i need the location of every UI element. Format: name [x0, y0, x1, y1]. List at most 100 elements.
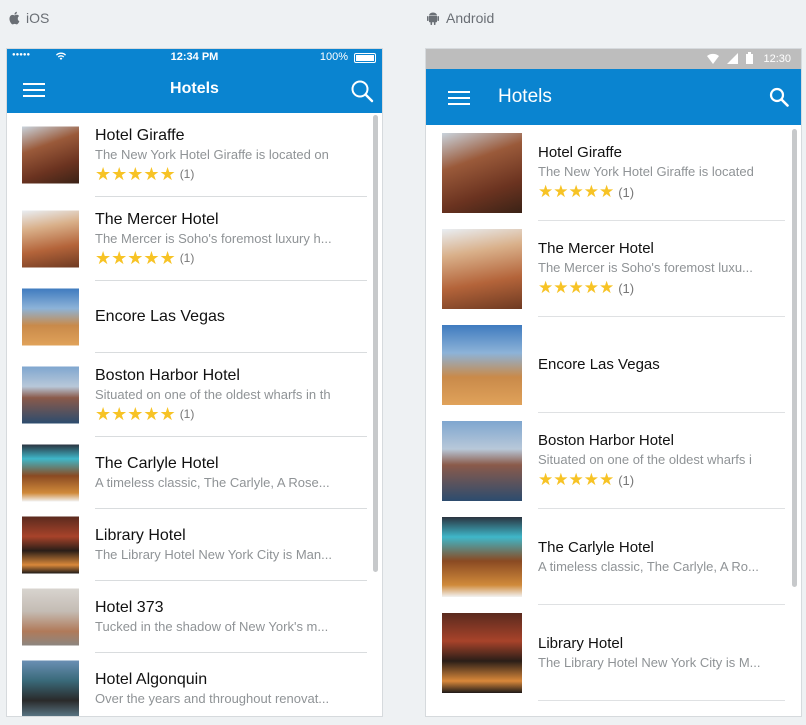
hotel-description: Over the years and throughout renovat... — [95, 691, 330, 706]
list-item[interactable]: The Carlyle Hotel A timeless classic, The… — [7, 437, 382, 509]
ios-nav-bar: Hotels — [7, 65, 382, 113]
hotel-name: Library Hotel — [95, 527, 186, 544]
hotel-name: The Carlyle Hotel — [95, 455, 219, 472]
hotel-name: Library Hotel — [538, 635, 624, 652]
android-icon — [427, 12, 439, 25]
hotel-name: Boston Harbor Hotel — [95, 367, 240, 384]
hotel-text: Boston Harbor Hotel Situated on one of th… — [538, 431, 777, 491]
star-icon: ★★★★★ — [538, 278, 615, 297]
list-item[interactable]: Hotel Giraffe The New York Hotel Giraffe … — [426, 125, 801, 221]
ios-status-bar: ●●●●● 12:34 PM 100% — [7, 49, 382, 65]
hotel-text: Hotel Algonquin Over the years and throug… — [95, 670, 358, 708]
hotel-thumbnail — [442, 421, 522, 501]
rating-count: (1) — [618, 472, 635, 488]
ios-device: ●●●●● 12:34 PM 100% Hotels Hotel Giraffe… — [7, 49, 382, 716]
ios-hotel-list[interactable]: Hotel Giraffe The New York Hotel Giraffe … — [7, 113, 382, 716]
rating-count: (1) — [618, 184, 635, 200]
android-label: Android — [426, 10, 494, 26]
ios-page-title: Hotels — [170, 80, 219, 97]
hotel-description: The Mercer is Soho's foremost luxu... — [538, 260, 753, 275]
star-icon: ★★★★★ — [95, 248, 176, 268]
hotel-name: Encore Las Vegas — [538, 356, 660, 373]
ios-label-text: iOS — [26, 10, 50, 26]
hotel-description: Tucked in the shadow of New York's m... — [95, 619, 329, 634]
android-hotel-list[interactable]: Hotel Giraffe The New York Hotel Giraffe … — [426, 125, 801, 716]
hotel-description: The New York Hotel Giraffe is located — [538, 164, 754, 179]
hotel-text: Encore Las Vegas — [538, 355, 777, 375]
hotel-name: The Mercer Hotel — [538, 240, 654, 257]
rating-count: (1) — [618, 280, 635, 296]
ios-label: iOS — [8, 10, 49, 26]
menu-icon[interactable] — [448, 91, 470, 105]
hotel-text: Hotel Giraffe The New York Hotel Giraffe … — [95, 126, 358, 184]
list-item[interactable]: Boston Harbor Hotel Situated on one of th… — [7, 353, 382, 437]
hotel-name: Hotel Giraffe — [538, 144, 622, 161]
hotel-description: The Library Hotel New York City is Man..… — [95, 547, 332, 562]
hotel-thumbnail — [442, 133, 522, 213]
hotel-text: Hotel 373 Tucked in the shadow of New Yor… — [95, 598, 358, 636]
list-item[interactable]: Library Hotel The Library Hotel New York … — [7, 509, 382, 581]
hotel-text: The Mercer Hotel The Mercer is Soho's for… — [538, 239, 777, 299]
hotel-text: Hotel Giraffe The New York Hotel Giraffe … — [538, 143, 777, 203]
hotel-text: Encore Las Vegas — [95, 307, 358, 327]
star-icon: ★★★★★ — [538, 470, 615, 489]
list-item[interactable]: Encore Las Vegas — [7, 281, 382, 353]
search-icon[interactable] — [350, 79, 374, 103]
hotel-description: Situated on one of the oldest wharfs in … — [95, 387, 331, 402]
hotel-text: Library Hotel The Library Hotel New York … — [538, 634, 777, 672]
hotel-thumbnail — [22, 366, 79, 424]
hotel-thumbnail — [22, 516, 79, 574]
hotel-thumbnail — [22, 126, 79, 184]
hotel-text: The Mercer Hotel The Mercer is Soho's for… — [95, 210, 358, 268]
star-icon: ★★★★★ — [538, 182, 615, 201]
list-item[interactable]: Encore Las Vegas — [426, 317, 801, 413]
hotel-description: The Mercer is Soho's foremost luxury h..… — [95, 231, 332, 246]
hotel-name: Hotel Giraffe — [95, 127, 185, 144]
battery-icon — [354, 53, 376, 63]
list-item[interactable]: The Mercer Hotel The Mercer is Soho's for… — [7, 197, 382, 281]
hotel-name: Hotel Algonquin — [95, 671, 208, 688]
rating-count: (1) — [179, 167, 195, 181]
hotel-text: Library Hotel The Library Hotel New York … — [95, 526, 358, 564]
android-label-text: Android — [446, 10, 495, 26]
android-device: 12:30 Hotels Hotel Giraffe The New York H… — [426, 49, 801, 716]
hotel-thumbnail — [442, 613, 522, 693]
hotel-name: Hotel 373 — [95, 599, 164, 616]
list-item[interactable]: Boston Harbor Hotel Situated on one of th… — [426, 413, 801, 509]
list-item[interactable]: The Carlyle Hotel A timeless classic, The… — [426, 509, 801, 605]
hotel-thumbnail — [22, 444, 79, 502]
hotel-text: Boston Harbor Hotel Situated on one of th… — [95, 366, 358, 424]
search-icon[interactable] — [769, 87, 789, 107]
rating-count: (1) — [179, 251, 195, 265]
list-item[interactable]: Hotel 373 Tucked in the shadow of New Yor… — [7, 581, 382, 653]
rating-count: (1) — [179, 407, 195, 421]
list-item[interactable]: The Mercer Hotel The Mercer is Soho's for… — [426, 221, 801, 317]
hotel-description: The Library Hotel New York City is M... — [538, 655, 761, 670]
wifi-icon — [707, 53, 719, 64]
ios-scrollbar[interactable] — [373, 115, 378, 572]
list-item[interactable]: Library Hotel The Library Hotel New York … — [426, 605, 801, 701]
android-status-bar: 12:30 — [426, 49, 801, 69]
hotel-rating: ★★★★★ (1) — [538, 469, 777, 491]
list-item[interactable]: Hotel Algonquin Over the years and throug… — [7, 653, 382, 716]
star-icon: ★★★★★ — [95, 404, 176, 424]
android-page-title: Hotels — [498, 86, 552, 107]
hotel-text: The Carlyle Hotel A timeless classic, The… — [538, 538, 777, 576]
battery-icon — [746, 52, 753, 64]
android-scrollbar[interactable] — [792, 129, 797, 587]
hotel-thumbnail — [442, 325, 522, 405]
hotel-description: A timeless classic, The Carlyle, A Ro... — [538, 559, 759, 574]
list-item[interactable]: Hotel Giraffe The New York Hotel Giraffe … — [7, 113, 382, 197]
hotel-rating: ★★★★★ (1) — [95, 404, 358, 424]
divider — [538, 700, 785, 701]
hotel-thumbnail — [22, 210, 79, 268]
android-status-time: 12:30 — [763, 53, 791, 65]
hotel-thumbnail — [442, 517, 522, 597]
hotel-rating: ★★★★★ (1) — [95, 248, 358, 268]
hotel-rating: ★★★★★ (1) — [538, 277, 777, 299]
android-app-bar: Hotels — [426, 69, 801, 125]
hotel-thumbnail — [22, 288, 79, 346]
hotel-description: The New York Hotel Giraffe is located on — [95, 147, 329, 162]
hotel-thumbnail — [22, 588, 79, 646]
hotel-thumbnail — [442, 229, 522, 309]
